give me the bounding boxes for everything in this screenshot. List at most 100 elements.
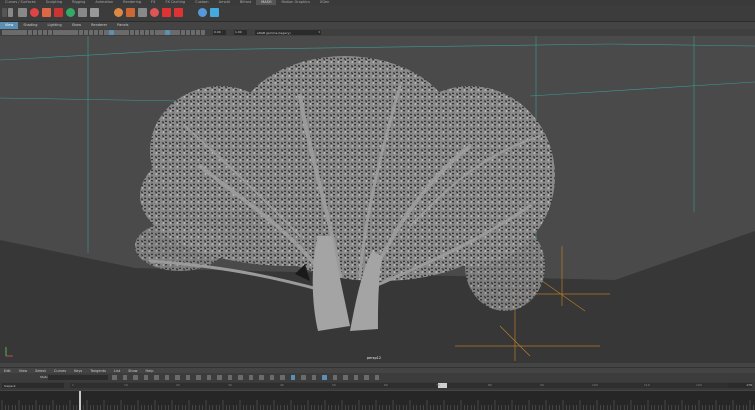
viewport-tool-icon[interactable]: [134, 30, 140, 35]
anim-tool-icon[interactable]: [259, 375, 264, 380]
anim-tool-icon[interactable]: [154, 375, 159, 380]
viewport-tool-icon[interactable]: [124, 30, 129, 35]
set-dropdown[interactable]: Sixpack: [2, 383, 64, 388]
viewport-tool-icon[interactable]: [47, 30, 53, 35]
viewport-tool-icon[interactable]: [58, 30, 63, 35]
anim-tool-icon[interactable]: [133, 375, 138, 380]
viewport-tool-icon[interactable]: [12, 30, 17, 35]
panel-menu-shading[interactable]: Shading: [18, 22, 42, 29]
viewport-tool-icon[interactable]: [185, 30, 191, 35]
range-slider[interactable]: [70, 383, 740, 388]
viewport-tool-icon[interactable]: [149, 30, 155, 35]
viewport-tool-icon[interactable]: [175, 30, 180, 35]
move-tool-icon[interactable]: [30, 8, 39, 17]
viewport-tool-icon[interactable]: [195, 30, 201, 35]
rotate-tool-icon[interactable]: [42, 8, 51, 17]
anim-tool-icon[interactable]: [269, 375, 274, 380]
anim-tool-icon[interactable]: [217, 375, 222, 380]
viewport-tool-icon[interactable]: [129, 30, 134, 35]
colorspace-dropdown[interactable]: sRGB gamma (legacy) ▾: [255, 30, 321, 35]
shelf-menu-icon[interactable]: [2, 8, 7, 17]
viewport-tool-icon[interactable]: [119, 30, 124, 35]
panel-menu-lighting[interactable]: Lighting: [43, 22, 67, 29]
panel-menu-renderer[interactable]: Renderer: [86, 22, 112, 29]
viewport-tool-icon[interactable]: [200, 30, 206, 35]
anim-tool-icon[interactable]: [332, 375, 337, 380]
anim-tool-icon[interactable]: [112, 375, 117, 380]
anim-tool-icon[interactable]: [280, 375, 285, 380]
type-tool-icon[interactable]: [114, 8, 123, 17]
image-plane-icon[interactable]: [126, 8, 135, 17]
viewport-tool-icon[interactable]: [63, 30, 68, 35]
viewport-tool-icon[interactable]: [98, 30, 104, 35]
current-frame-field[interactable]: 176: [728, 383, 752, 388]
anim-tool-icon[interactable]: [343, 375, 348, 380]
menu-icon[interactable]: [18, 8, 27, 17]
viewport-tool-icon[interactable]: [83, 30, 89, 35]
anim-tool-icon[interactable]: [290, 375, 295, 380]
anim-tool-icon[interactable]: [248, 375, 253, 380]
panel-menu-show[interactable]: Show: [67, 22, 86, 29]
exposure-field[interactable]: 0.00: [213, 30, 226, 35]
viewport-tool-icon[interactable]: [32, 30, 38, 35]
texture-icon[interactable]: [90, 8, 99, 17]
viewport-tool-icon[interactable]: [42, 30, 48, 35]
viewport-tool-icon[interactable]: [68, 30, 73, 35]
anim-tool-icon[interactable]: [301, 375, 306, 380]
sphere-icon[interactable]: [150, 8, 159, 17]
anim-tool-icon[interactable]: [196, 375, 201, 380]
viewport-tool-icon[interactable]: [2, 30, 7, 35]
viewport-tool-icon[interactable]: [22, 30, 27, 35]
viewport-tool-icon[interactable]: [190, 30, 196, 35]
panel-menu-view[interactable]: View: [0, 22, 19, 29]
anim-tool-icon[interactable]: [206, 375, 211, 380]
viewport-tool-icon[interactable]: [144, 30, 150, 35]
viewport-tool-icon[interactable]: [160, 30, 165, 35]
anim-tool-icon[interactable]: [353, 375, 358, 380]
viewport-tool-icon[interactable]: [180, 30, 185, 35]
anim-tool-icon[interactable]: [227, 375, 232, 380]
anim-tool-icon[interactable]: [364, 375, 369, 380]
anim-tool-icon[interactable]: [185, 375, 190, 380]
viewport-tool-icon[interactable]: [139, 30, 145, 35]
deform-icon[interactable]: [198, 8, 207, 17]
paint-tool-icon[interactable]: [54, 8, 63, 17]
viewport[interactable]: persp12: [0, 36, 755, 363]
viewport-tool-icon[interactable]: [53, 30, 58, 35]
gamma-field[interactable]: 1.00: [234, 30, 247, 35]
anim-tool-icon[interactable]: [374, 375, 379, 380]
viewport-tool-icon[interactable]: [114, 30, 119, 35]
anim-tool-icon[interactable]: [175, 375, 180, 380]
panel-menu-panels[interactable]: Panels: [112, 22, 133, 29]
export-icon[interactable]: [210, 8, 219, 17]
anim-tool-icon[interactable]: [311, 375, 316, 380]
shelf-toggle-icon[interactable]: [8, 8, 13, 17]
fill-icon[interactable]: [174, 8, 183, 17]
viewport-tool-icon[interactable]: [165, 30, 170, 35]
viewport-tool-icon[interactable]: [155, 30, 160, 35]
range-bar[interactable]: Sixpack 176 1 10 20 30 40 50 60 70 80 90 100 110 120: [0, 382, 755, 390]
viewport-tool-icon[interactable]: [27, 30, 32, 35]
timeline[interactable]: [0, 391, 755, 410]
anim-tool-icon[interactable]: [322, 375, 327, 380]
anim-tool-icon[interactable]: [164, 375, 169, 380]
viewport-tool-icon[interactable]: [78, 30, 83, 35]
network-icon[interactable]: [162, 8, 171, 17]
sculpt-icon[interactable]: [66, 8, 75, 17]
viewport-tool-icon[interactable]: [104, 30, 109, 35]
viewport-tool-icon[interactable]: [17, 30, 22, 35]
viewport-tool-icon[interactable]: [73, 30, 78, 35]
viewport-tool-icon[interactable]: [88, 30, 94, 35]
anim-tool-icon[interactable]: [143, 375, 148, 380]
timeline-playhead[interactable]: [79, 391, 81, 410]
viewport-tool-icon[interactable]: [170, 30, 175, 35]
curve-icon[interactable]: [138, 8, 147, 17]
viewport-tool-icon[interactable]: [93, 30, 99, 35]
viewport-tool-icon[interactable]: [7, 30, 12, 35]
select-icon[interactable]: [78, 8, 87, 17]
viewport-tool-icon[interactable]: [109, 30, 114, 35]
anim-tool-icon[interactable]: [238, 375, 243, 380]
anim-tool-icon[interactable]: [122, 375, 127, 380]
stats-field[interactable]: [48, 375, 108, 380]
viewport-tool-icon[interactable]: [37, 30, 43, 35]
